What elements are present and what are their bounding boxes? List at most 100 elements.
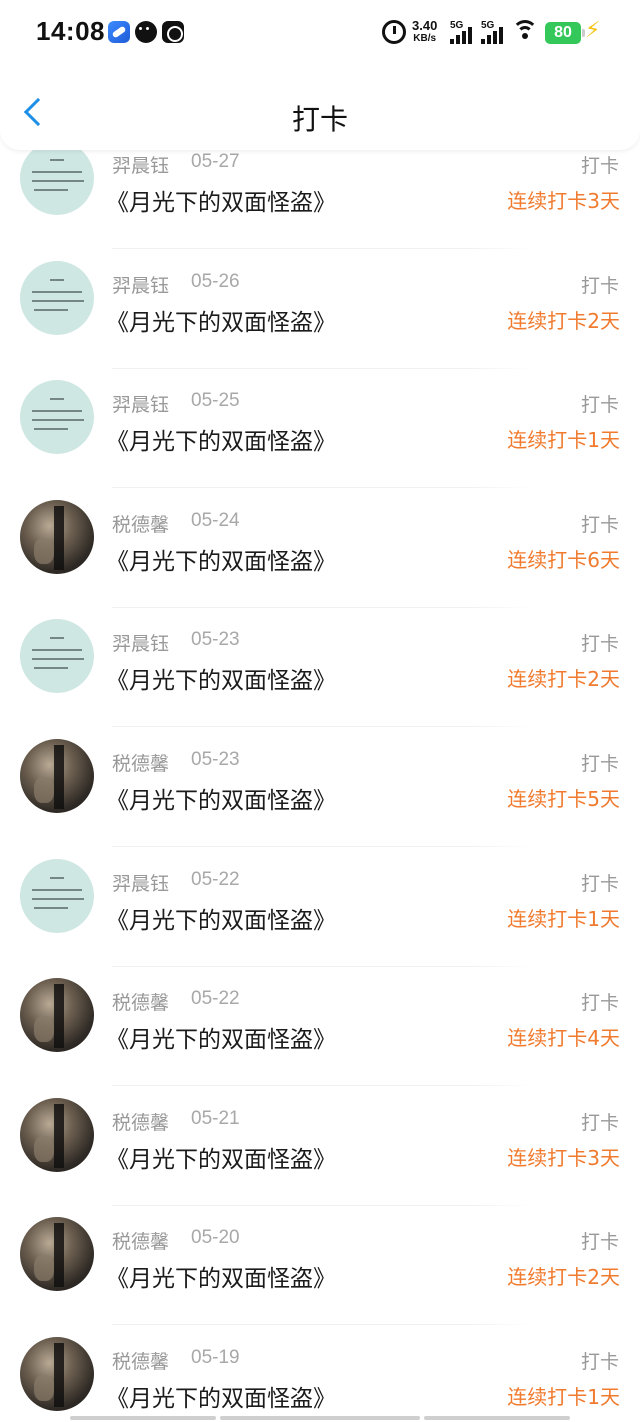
avatar[interactable] xyxy=(20,858,94,933)
list-item[interactable]: 羿晨钰 05-27 打卡《月光下的双面怪盗》 连续打卡3天 xyxy=(0,132,640,252)
divider xyxy=(112,1204,532,1206)
avatar[interactable] xyxy=(20,978,94,1053)
browser-app-icon xyxy=(108,21,130,43)
user-name: 羿晨钰 xyxy=(112,155,170,177)
list-item[interactable]: 税德馨 05-19 打卡 《月光下的双面怪盗》 连续打卡1天 xyxy=(0,1328,640,1422)
checkin-type: 打卡 xyxy=(580,753,619,775)
signal-label-1: 5G xyxy=(450,20,464,31)
streak-badge: 连续打卡5天 xyxy=(507,787,620,811)
status-time: 14:08 xyxy=(36,16,105,46)
list-item[interactable]: 税德馨 05-24 打卡《月光下的双面怪盗》 连续打卡6天 xyxy=(0,491,640,611)
avatar[interactable] xyxy=(20,1217,94,1292)
book-title[interactable]: 《月光下的双面怪盗》 xyxy=(106,303,336,337)
checkin-date: 05-19 xyxy=(191,1347,240,1368)
avatar[interactable] xyxy=(20,1337,94,1411)
checkin-type: 打卡 xyxy=(580,992,619,1015)
avatar[interactable] xyxy=(20,499,94,574)
checkin-date: 05-20 xyxy=(191,1227,240,1249)
checkin-list[interactable]: 羿晨钰 05-27 打卡 《月光下的双面怪盗》 连续打卡3天 羿晨钰 05-26 打卡 《月光下… xyxy=(0,0,640,1422)
streak-badge: 连续打卡3天 xyxy=(507,189,620,213)
book-title[interactable]: 《月光下的双面怪盗》 xyxy=(106,901,336,935)
app-icon xyxy=(162,21,184,43)
list-item[interactable]: 羿晨钰 05-26 打卡 《月光下的双面怪盗》 连续打卡2天 xyxy=(0,252,640,372)
checkin-type: 打卡 xyxy=(580,155,619,177)
divider xyxy=(112,606,532,608)
checkin-type: 打卡 xyxy=(580,513,619,536)
streak-badge: 连续打卡4天 xyxy=(507,1026,620,1051)
avatar[interactable] xyxy=(20,380,94,455)
list-item[interactable]: 羿晨钰 05-23 打卡 《月光下的双面怪盗》 连续打卡2天 xyxy=(0,610,640,730)
user-name: 羿晨钰 xyxy=(112,274,170,297)
avatar[interactable] xyxy=(20,739,94,813)
checkin-date: 05-25 xyxy=(191,390,240,412)
wechat-icon xyxy=(135,21,157,43)
signal-icon-2: 5G xyxy=(481,20,507,46)
book-title[interactable]: 《月光下的双面怪盗》 xyxy=(106,1140,336,1174)
network-speed-value: 3.40 xyxy=(412,18,438,33)
network-speed: 3.40 KB/s xyxy=(412,19,437,45)
alarm-icon xyxy=(382,20,406,44)
nav-bar: 打卡 xyxy=(0,66,640,150)
book-title[interactable]: 《月光下的双面怪盗》 xyxy=(106,1379,336,1413)
checkin-type: 打卡 xyxy=(580,872,619,895)
streak-badge: 连续打卡1天 xyxy=(507,906,620,931)
user-name: 税德馨 xyxy=(112,1351,170,1373)
page-title: 打卡 xyxy=(291,103,348,136)
network-speed-unit: KB/s xyxy=(413,33,437,44)
list-item[interactable]: 税德馨 05-23 打卡《月光下的双面怪盗》 连续打卡5天 xyxy=(0,730,640,850)
divider xyxy=(112,846,532,847)
signal-label-2: 5G xyxy=(481,20,495,31)
book-title[interactable]: 《月光下的双面怪盗》 xyxy=(106,542,336,576)
checkin-date: 05-27 xyxy=(191,151,240,172)
battery-icon: 80 xyxy=(545,22,585,44)
user-name: 羿晨钰 xyxy=(112,872,170,895)
user-name: 税德馨 xyxy=(112,1231,170,1254)
divider xyxy=(112,1085,532,1087)
avatar[interactable] xyxy=(20,1097,94,1172)
checkin-date: 05-24 xyxy=(191,509,240,531)
divider xyxy=(112,1324,532,1326)
user-name: 税德馨 xyxy=(112,992,170,1015)
checkin-date: 05-22 xyxy=(191,988,240,1010)
checkin-date: 05-21 xyxy=(191,1107,240,1129)
list-item[interactable]: 税德馨 05-20 打卡《月光下的双面怪盗》 连续打卡2天 xyxy=(0,1208,640,1328)
streak-badge: 连续打卡2天 xyxy=(507,308,620,333)
book-title[interactable]: 《月光下的双面怪盗》 xyxy=(106,781,336,815)
book-title[interactable]: 《月光下的双面怪盗》 xyxy=(106,661,336,695)
book-title[interactable]: 《月光下的双面怪盗》 xyxy=(106,183,336,217)
list-item[interactable]: 羿晨钰 05-22 打卡《月光下的双面怪盗》 连续打卡1天 xyxy=(0,850,640,970)
streak-badge: 连续打卡2天 xyxy=(507,667,620,692)
checkin-date: 05-22 xyxy=(191,868,240,890)
streak-badge: 连续打卡6天 xyxy=(507,547,620,572)
scroll-indicator-3 xyxy=(424,1416,570,1420)
book-title[interactable]: 《月光下的双面怪盗》 xyxy=(106,422,336,456)
checkin-type: 打卡 xyxy=(580,1111,619,1134)
avatar[interactable] xyxy=(20,141,94,215)
streak-badge: 连续打卡2天 xyxy=(507,1265,620,1290)
list-item[interactable]: 税德馨 05-22 打卡《月光下的双面怪盗》 连续打卡4天 xyxy=(0,969,640,1089)
book-title[interactable]: 《月光下的双面怪盗》 xyxy=(106,1259,336,1293)
user-name: 税德馨 xyxy=(112,513,170,536)
scroll-indicator-1 xyxy=(70,1416,216,1420)
divider xyxy=(112,367,532,369)
divider xyxy=(112,487,532,489)
wifi-icon xyxy=(512,20,538,44)
divider xyxy=(112,248,532,249)
user-name: 羿晨钰 xyxy=(112,394,170,417)
list-item[interactable]: 羿晨钰 05-25 打卡 《月光下的双面怪盗》 连续打卡1天 xyxy=(0,371,640,491)
avatar[interactable] xyxy=(20,260,94,335)
divider xyxy=(112,726,532,728)
book-title[interactable]: 《月光下的双面怪盗》 xyxy=(106,1020,336,1054)
list-item[interactable]: 税德馨 05-21 打卡 《月光下的双面怪盗》 连续打卡3天 xyxy=(0,1089,640,1209)
user-name: 羿晨钰 xyxy=(112,633,170,656)
checkin-type: 打卡 xyxy=(580,1231,619,1254)
streak-badge: 连续打卡1天 xyxy=(507,428,620,453)
signal-icon-1: 5G xyxy=(450,20,476,46)
charging-bolt-icon: ⚡ xyxy=(585,18,601,43)
avatar[interactable] xyxy=(20,619,94,694)
checkin-type: 打卡 xyxy=(580,633,619,656)
status-bar: 14:08 3.40 KB/s 5G 5G 80 ⚡ xyxy=(0,0,640,66)
user-name: 税德馨 xyxy=(112,753,170,775)
checkin-date: 05-23 xyxy=(191,749,240,770)
streak-badge: 连续打卡1天 xyxy=(507,1385,620,1409)
